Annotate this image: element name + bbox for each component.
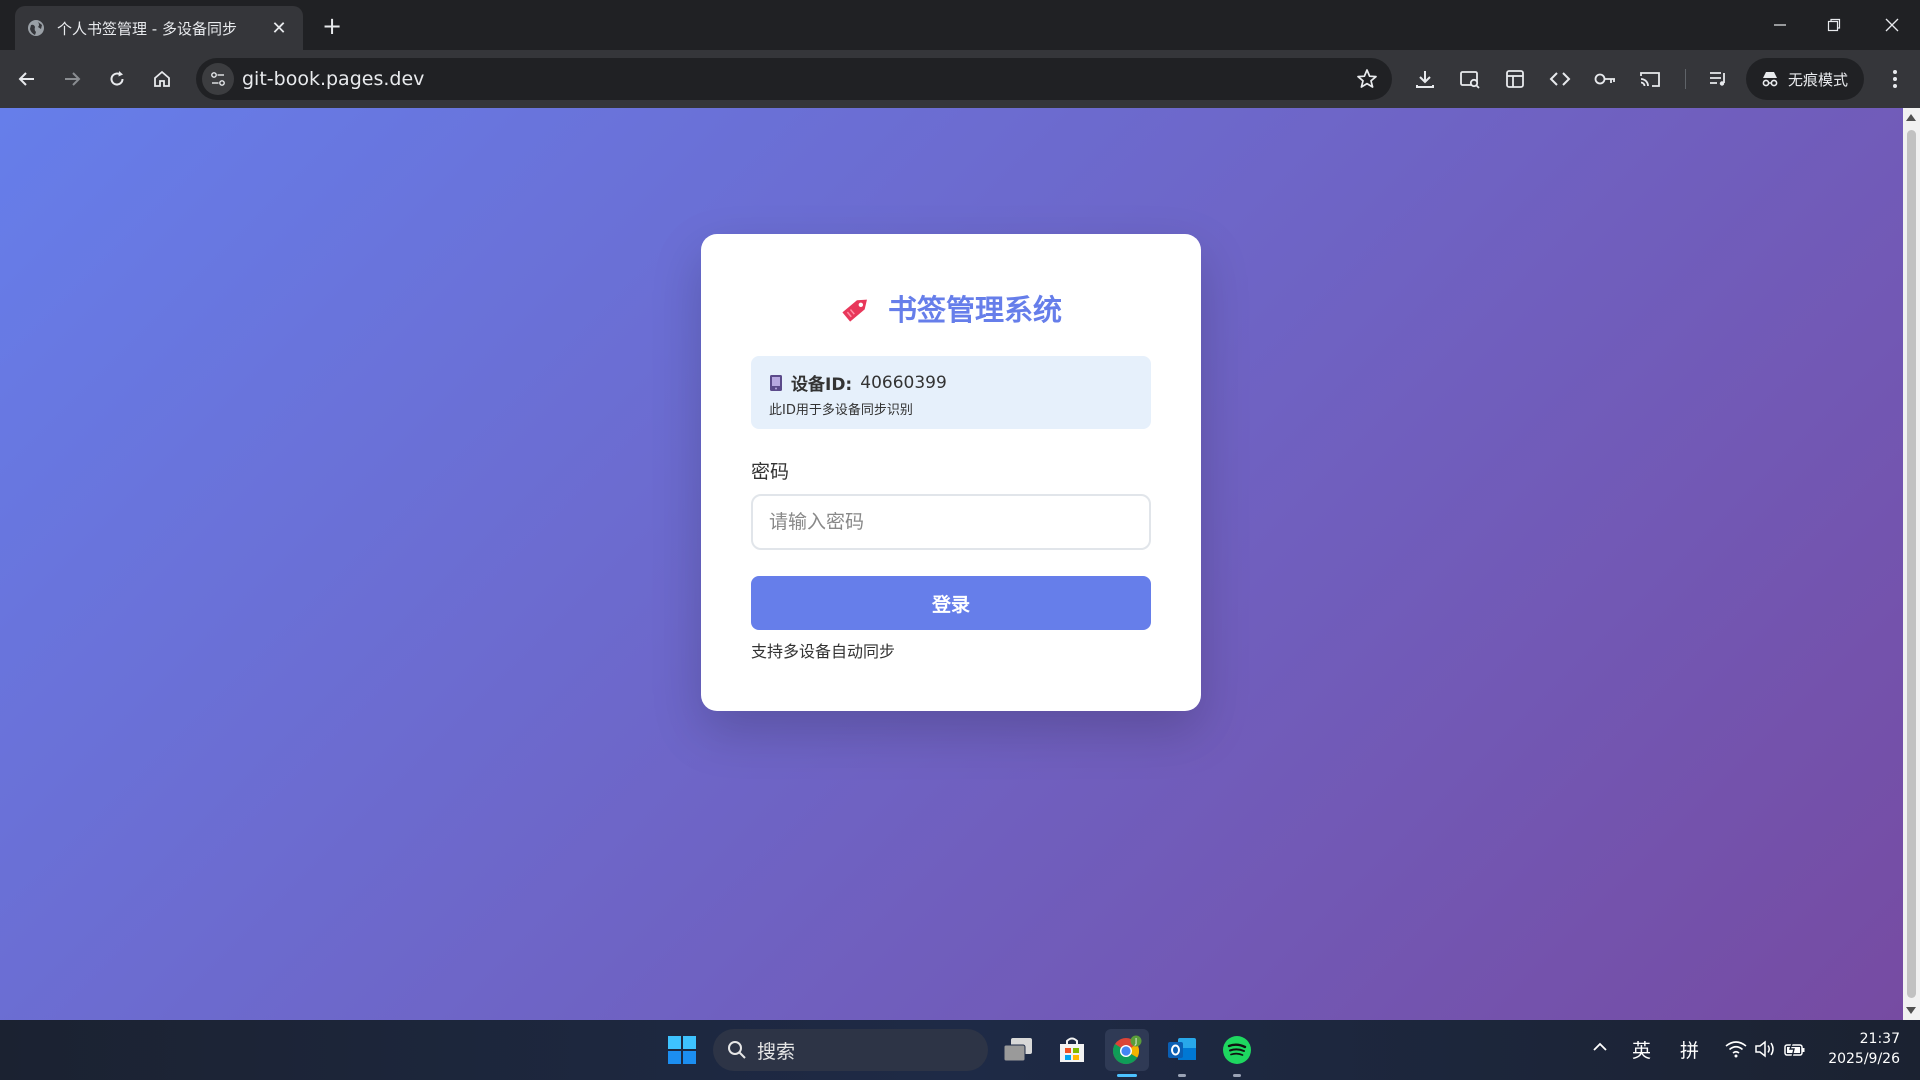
site-info-icon[interactable]	[202, 63, 234, 95]
search-placeholder: 搜索	[757, 1040, 796, 1063]
url-text: git-book.pages.dev	[242, 68, 425, 90]
store-app-button[interactable]	[1050, 1029, 1094, 1071]
download-button[interactable]	[1410, 64, 1440, 94]
device-id-row: 设备ID: 40660399	[769, 370, 1133, 395]
device-id-note: 此ID用于多设备同步识别	[769, 403, 913, 418]
outlook-app-button[interactable]	[1160, 1029, 1204, 1071]
volume-button[interactable]	[1754, 1040, 1776, 1063]
cast-button[interactable]	[1635, 64, 1665, 94]
back-button[interactable]	[12, 64, 42, 94]
key-icon	[1594, 73, 1615, 85]
toolbar-divider	[1685, 69, 1686, 89]
wifi-button[interactable]	[1725, 1040, 1747, 1063]
close-tab-icon[interactable]: ✕	[269, 18, 289, 39]
globe-icon	[28, 20, 44, 36]
close-icon	[1885, 18, 1899, 32]
device-id-value: 40660399	[860, 372, 947, 393]
spotify-icon	[1223, 1036, 1251, 1064]
wifi-icon	[1725, 1041, 1747, 1058]
code-icon	[1549, 72, 1571, 86]
battery-button[interactable]	[1784, 1040, 1806, 1063]
password-input[interactable]	[751, 494, 1151, 550]
device-icon	[770, 374, 782, 391]
browser-menu-button[interactable]	[1880, 64, 1910, 94]
screen-search-button[interactable]	[1455, 64, 1485, 94]
incognito-label: 无痕模式	[1788, 70, 1849, 89]
sidepanel-button[interactable]	[1500, 64, 1530, 94]
title-text: 书签管理系统	[887, 293, 1062, 327]
volume-icon	[1755, 1040, 1774, 1058]
taskbar-search[interactable]: 搜索	[713, 1029, 988, 1071]
sync-note: 支持多设备自动同步	[751, 642, 896, 661]
layout-icon	[1506, 70, 1524, 88]
tab-title: 个人书签管理 - 多设备同步	[57, 19, 237, 38]
task-view-icon	[1003, 1038, 1032, 1062]
login-button[interactable]: 登录	[751, 576, 1151, 630]
chrome-icon: J	[1112, 1035, 1142, 1065]
playlist-icon	[1710, 72, 1725, 86]
arrow-right-icon	[65, 72, 81, 86]
password-label: 密码	[751, 461, 790, 483]
restore-icon	[1827, 18, 1841, 32]
arrow-left-icon	[18, 72, 34, 86]
task-view-button[interactable]	[996, 1029, 1040, 1071]
more-vert-icon	[1893, 70, 1897, 88]
minimize-icon	[1774, 24, 1786, 26]
media-button[interactable]	[1703, 64, 1733, 94]
incognito-indicator[interactable]: 无痕模式	[1746, 58, 1864, 100]
home-button[interactable]	[147, 64, 177, 94]
microsoft-store-icon	[1060, 1037, 1084, 1062]
spotify-indicator	[1233, 1074, 1241, 1077]
battery-charging-icon	[1784, 1040, 1805, 1058]
cast-icon	[1640, 72, 1660, 87]
address-bar[interactable]: git-book.pages.dev	[196, 58, 1392, 100]
reload-icon	[110, 71, 124, 86]
chrome-app-button[interactable]: J	[1105, 1029, 1149, 1071]
scroll-up-icon[interactable]	[1906, 114, 1916, 121]
forward-button[interactable]	[57, 64, 87, 94]
chrome-active-indicator	[1117, 1074, 1137, 1077]
download-icon	[1416, 71, 1434, 88]
device-info-box: 设备ID: 40660399 此ID用于多设备同步识别	[751, 356, 1151, 429]
outlook-icon	[1168, 1038, 1196, 1060]
browser-toolbar: git-book.pages.dev 无痕模式	[0, 50, 1920, 108]
restore-button[interactable]	[1806, 0, 1862, 50]
ime-language[interactable]: 英	[1632, 1036, 1651, 1063]
reload-button[interactable]	[102, 64, 132, 94]
system-clock[interactable]: 21:37 2025/9/26	[1820, 1029, 1900, 1069]
device-id-label: 设备ID:	[791, 375, 853, 395]
tab-bar: 个人书签管理 - 多设备同步 ✕ +	[0, 0, 1920, 50]
clock-time: 21:37	[1859, 1031, 1900, 1047]
password-button[interactable]	[1590, 64, 1620, 94]
start-button[interactable]	[660, 1029, 704, 1071]
page-scrollbar[interactable]	[1903, 108, 1920, 1020]
scroll-down-icon[interactable]	[1906, 1007, 1916, 1014]
tray-overflow-button[interactable]	[1592, 1038, 1608, 1060]
close-window-button[interactable]	[1864, 0, 1920, 50]
chevron-up-icon	[1593, 1042, 1607, 1051]
page-viewport: 书签管理系统 设备ID: 40660399 此ID用于多设备同步识别 密码 登录…	[0, 108, 1903, 1020]
minimize-button[interactable]	[1752, 0, 1808, 50]
new-tab-button[interactable]: +	[318, 12, 346, 40]
taskbar: 搜索 J 英 拼 21:37 2025/9/26	[0, 1020, 1920, 1080]
home-icon	[154, 70, 170, 87]
login-card: 书签管理系统 设备ID: 40660399 此ID用于多设备同步识别 密码 登录…	[701, 234, 1201, 711]
browser-tab[interactable]: 个人书签管理 - 多设备同步 ✕	[15, 6, 303, 50]
devtools-button[interactable]	[1545, 64, 1575, 94]
page-title: 书签管理系统	[751, 288, 1151, 328]
scrollbar-thumb[interactable]	[1907, 130, 1916, 998]
ime-mode[interactable]: 拼	[1680, 1036, 1699, 1063]
outlook-indicator	[1178, 1074, 1186, 1077]
incognito-icon	[1762, 72, 1778, 87]
clock-date: 2025/9/26	[1828, 1051, 1900, 1067]
spotify-app-button[interactable]	[1215, 1029, 1259, 1071]
windows-start-icon	[668, 1036, 696, 1064]
search-icon	[728, 1041, 746, 1059]
bookmark-tag-icon	[842, 299, 867, 322]
bookmark-star-icon[interactable]	[1356, 68, 1378, 90]
chrome-profile-badge: J	[1134, 1037, 1137, 1046]
screen-search-icon	[1460, 71, 1480, 89]
